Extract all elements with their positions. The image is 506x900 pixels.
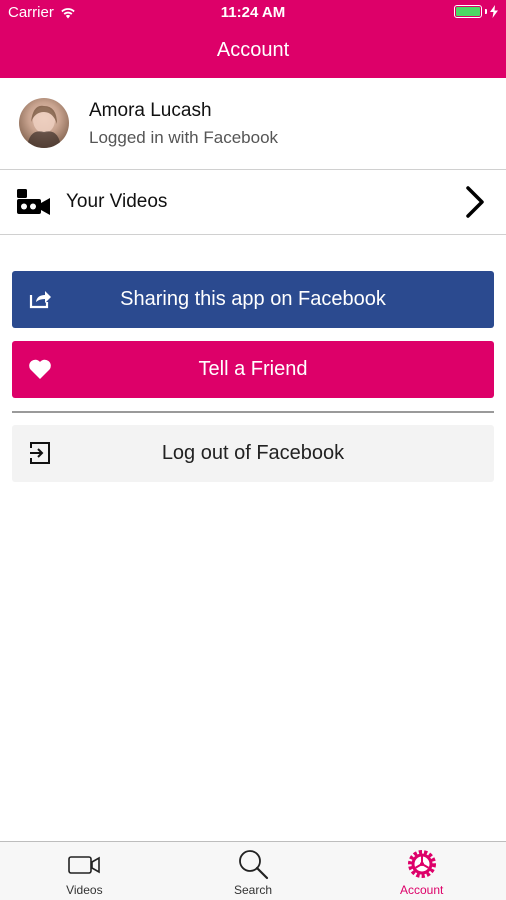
tell-friend-label: Tell a Friend (198, 358, 308, 380)
your-videos-label: Your Videos (66, 191, 168, 212)
profile-name: Amora Lucash (89, 100, 212, 121)
chevron-right-icon (466, 186, 484, 218)
tab-search-label: Search (233, 883, 273, 897)
your-videos-row[interactable]: Your Videos (0, 170, 506, 235)
status-time: 11:24 AM (220, 4, 286, 21)
share-icon (29, 291, 51, 309)
share-on-facebook-button[interactable]: Sharing this app on Facebook (12, 271, 494, 328)
video-camera-icon (17, 189, 50, 215)
tab-videos-label: Videos (66, 883, 103, 897)
logout-icon (30, 442, 50, 464)
tell-a-friend-button[interactable]: Tell a Friend (12, 341, 494, 398)
tab-account-label: Account (400, 883, 444, 897)
account-gear-icon (407, 850, 436, 878)
profile-login-status: Logged in with Facebook (89, 128, 279, 147)
profile-row: Amora Lucash Logged in with Facebook (0, 78, 506, 170)
battery-indicator (454, 5, 498, 18)
battery-icon (454, 5, 482, 18)
share-button-label: Sharing this app on Facebook (120, 288, 386, 310)
charging-bolt-icon (490, 5, 498, 18)
divider (12, 411, 494, 413)
page-title: Account (216, 39, 290, 61)
top-bar: Carrier 11:24 AM Account (0, 0, 506, 78)
tab-search[interactable]: Search (169, 842, 338, 900)
tab-account[interactable]: Account (337, 842, 506, 900)
video-icon (68, 856, 101, 874)
avatar (19, 98, 69, 148)
status-bar: Carrier 11:24 AM (0, 0, 506, 26)
search-icon (239, 850, 269, 880)
logout-button[interactable]: Log out of Facebook (12, 425, 494, 482)
logout-label: Log out of Facebook (161, 442, 345, 464)
tab-videos[interactable]: Videos (0, 842, 169, 900)
tab-bar: Videos Search Account (0, 841, 506, 900)
heart-icon (29, 359, 51, 379)
